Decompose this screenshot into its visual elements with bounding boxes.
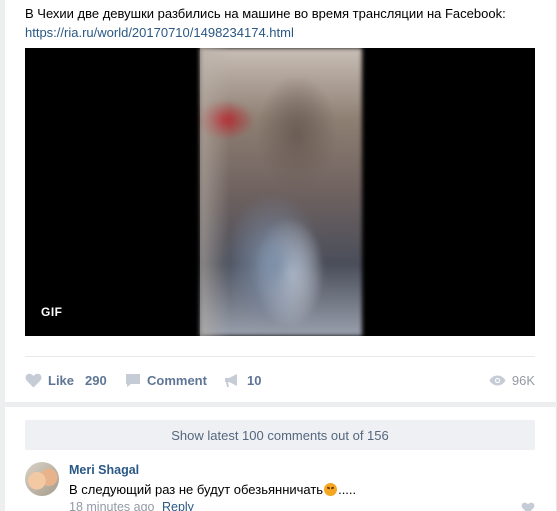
share-button[interactable]: 10 (224, 370, 261, 390)
megaphone-icon (225, 373, 237, 387)
comment-author[interactable]: Meri Shagal (69, 463, 139, 477)
avatar[interactable] (25, 462, 59, 496)
views-counter: 96K (489, 370, 535, 390)
angry-face-emoji-icon (324, 483, 338, 496)
post-caption: В Чехии две девушки разбились на машине … (25, 6, 506, 21)
like-button[interactable]: Like 290 (25, 370, 107, 390)
comment-item: Meri Shagal В следующий раз не будут обе… (25, 462, 535, 511)
heart-icon (25, 373, 42, 387)
comment-button[interactable]: Comment (125, 370, 218, 390)
gif-badge: GIF (41, 305, 63, 319)
comment-label: Comment (147, 372, 207, 388)
comment-text-main: В следующий раз не будут обезьянничать (69, 482, 324, 497)
post-card: В Чехии две девушки разбились на машине … (5, 0, 557, 402)
comment-like-button[interactable] (521, 502, 535, 511)
views-count: 96K (511, 372, 535, 388)
post-media-gif[interactable]: GIF (25, 48, 535, 336)
show-more-comments-button[interactable]: Show latest 100 comments out of 156 (25, 420, 535, 450)
eye-icon (489, 375, 506, 385)
post-actions: Like 290 Comment 10 96K (25, 370, 535, 390)
post-text: В Чехии две девушки разбились на машине … (25, 4, 506, 42)
reply-link[interactable]: Reply (162, 500, 194, 511)
heart-icon (521, 502, 535, 511)
comment-time: 18 minutes ago (69, 500, 155, 511)
comment-meta: 18 minutes ago Reply (69, 500, 194, 511)
post-link[interactable]: https://ria.ru/world/20170710/1498234174… (25, 23, 506, 42)
gif-frame-edge (200, 48, 230, 336)
like-count: 290 (85, 372, 107, 388)
like-label: Like (48, 372, 75, 388)
divider (25, 356, 535, 357)
comment-icon (126, 373, 140, 387)
comments-section: Show latest 100 comments out of 156 Meri… (5, 407, 557, 511)
comment-text: В следующий раз не будут обезьянничать .… (69, 482, 356, 497)
comment-text-tail: ..... (338, 482, 357, 497)
share-count: 10 (247, 372, 262, 388)
